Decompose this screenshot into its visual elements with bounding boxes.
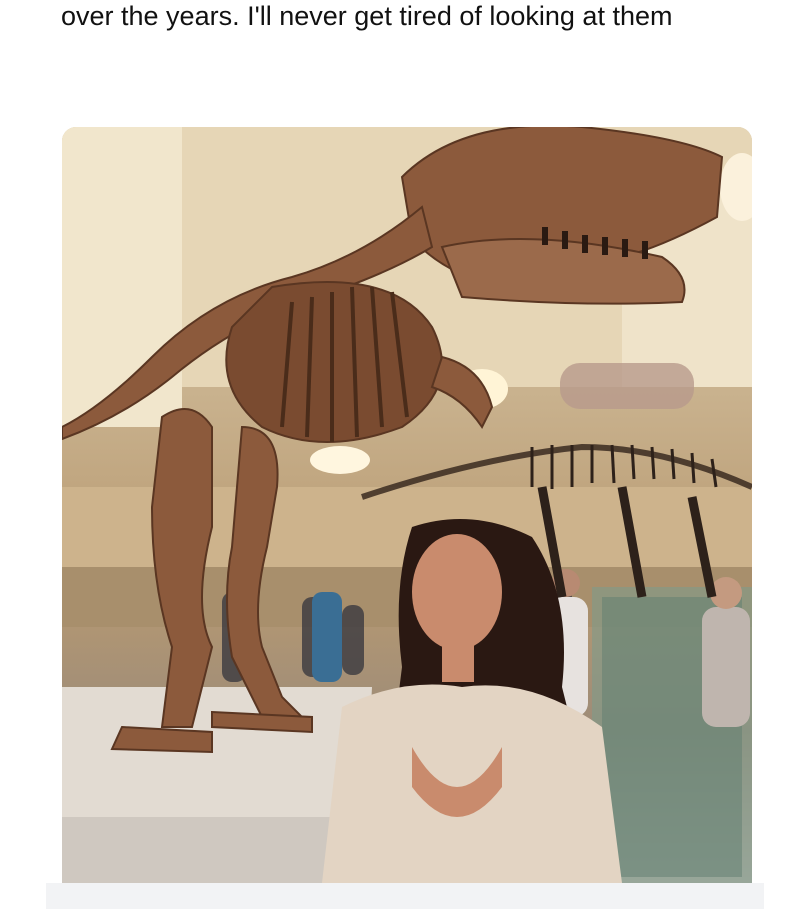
post-footer-strip: [46, 883, 764, 909]
museum-scene-illustration: [62, 127, 752, 883]
post-caption: over the years. I'll never get tired of …: [61, 1, 673, 31]
post-photo[interactable]: [62, 127, 752, 883]
